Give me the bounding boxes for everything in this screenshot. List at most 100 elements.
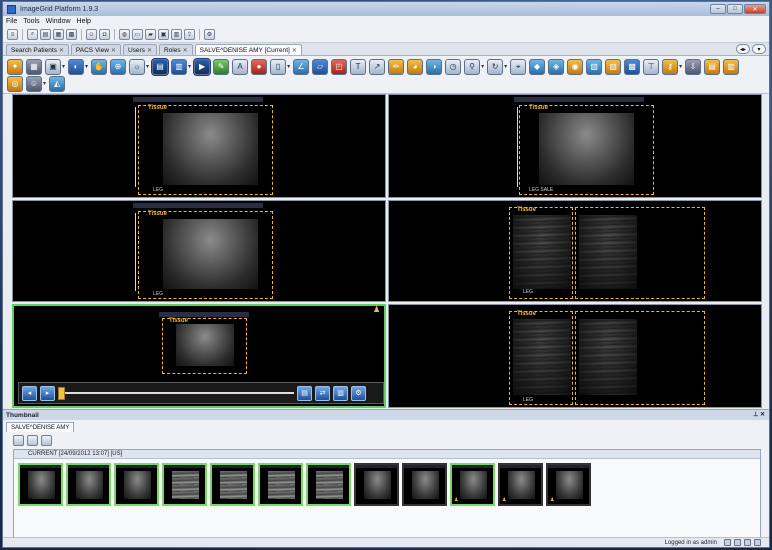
thumbnail[interactable] xyxy=(66,463,111,506)
frame-slider[interactable] xyxy=(58,386,294,401)
user-status-icon[interactable] xyxy=(724,539,731,546)
pencil-icon[interactable]: ✏ xyxy=(388,58,405,75)
close-icon[interactable]: ✕ xyxy=(59,47,64,54)
thumbnail[interactable] xyxy=(306,463,351,506)
slider-thumb[interactable] xyxy=(58,386,65,400)
chevron-down-icon[interactable]: ▾ xyxy=(85,63,88,70)
print-film-icon[interactable]: ▥ xyxy=(723,58,740,75)
contrast-icon[interactable]: ◑ xyxy=(426,58,443,75)
probe-icon[interactable]: ⌖ xyxy=(510,58,527,75)
rotate-icon[interactable]: ↻ xyxy=(487,58,504,75)
thumbnail[interactable] xyxy=(114,463,159,506)
series-icon[interactable] xyxy=(27,435,38,446)
folder-icon[interactable]: ▰ xyxy=(145,29,156,40)
tab-search-patients[interactable]: Search Patients ✕ xyxy=(6,44,69,55)
close-button[interactable]: ✕ xyxy=(744,4,766,14)
settings-status-icon[interactable] xyxy=(754,539,761,546)
lock-icon[interactable]: ◘ xyxy=(99,29,110,40)
loop-icon[interactable]: ⇄ xyxy=(315,385,330,401)
chevron-down-icon[interactable]: ▾ xyxy=(188,63,191,70)
thumbnail[interactable]: ♟ xyxy=(450,463,495,506)
patient-tab[interactable]: SALVE^DENISE AMY xyxy=(6,422,75,432)
volume-icon[interactable]: ◈ xyxy=(548,58,565,75)
chevron-down-icon[interactable]: ▾ xyxy=(146,63,149,70)
image-icon[interactable]: ▣ xyxy=(45,58,61,75)
thumbnail[interactable] xyxy=(354,463,399,506)
tab-pacs-view[interactable]: PACS View ✕ xyxy=(70,44,121,55)
key-icon[interactable]: ⚷ xyxy=(662,58,679,75)
chevron-down-icon[interactable]: ▾ xyxy=(481,63,484,70)
viewport-3[interactable]: Tissue LEG xyxy=(12,200,386,302)
thumbnail[interactable] xyxy=(210,463,255,506)
maximize-button[interactable]: □ xyxy=(727,4,743,14)
list-icon[interactable]: ≡ xyxy=(7,29,18,40)
scroll-icon[interactable]: ▥ xyxy=(171,58,188,75)
stack-icon[interactable]: ▤ xyxy=(151,57,170,76)
palette-icon[interactable]: ◕ xyxy=(407,58,424,75)
menu-window[interactable]: Window xyxy=(46,18,71,25)
save-icon[interactable]: ▣ xyxy=(158,29,169,40)
viewport-1[interactable]: Tissue LEG xyxy=(12,94,386,198)
thumbnail[interactable] xyxy=(258,463,303,506)
layout-grid-icon[interactable] xyxy=(13,435,24,446)
record-icon[interactable]: ● xyxy=(251,58,268,75)
compare-icon[interactable]: ▩ xyxy=(624,58,641,75)
slab-icon[interactable]: ▧ xyxy=(586,58,603,75)
document-icon[interactable]: ▯ xyxy=(270,58,287,75)
chevron-down-icon[interactable]: ▾ xyxy=(504,63,507,70)
chevron-down-icon[interactable]: ▾ xyxy=(679,63,682,70)
series-header[interactable]: CURRENT [24/09/2012 13:07] [US] xyxy=(14,450,760,459)
viewport-4[interactable]: Tissue LEG xyxy=(388,200,762,302)
text-icon[interactable]: T xyxy=(350,58,367,75)
viewport-6[interactable]: Tissue LEG xyxy=(388,304,762,408)
close-icon[interactable]: ✕ xyxy=(147,47,152,54)
person-pin-icon[interactable]: ♟ xyxy=(373,305,383,315)
fusion-icon[interactable]: ◉ xyxy=(567,58,584,75)
tab-menu-icon[interactable]: ▾ xyxy=(752,44,766,54)
thumbnail[interactable] xyxy=(162,463,207,506)
chevron-down-icon[interactable]: ▾ xyxy=(43,80,46,87)
tab-roles[interactable]: Roles ✕ xyxy=(158,44,193,55)
minimize-button[interactable]: – xyxy=(710,4,726,14)
close-icon[interactable]: ✕ xyxy=(111,47,116,54)
window-level-icon[interactable]: ☼ xyxy=(129,58,146,75)
close-icon[interactable]: ✕ xyxy=(183,47,188,54)
thumbnail[interactable] xyxy=(18,463,63,506)
menu-help[interactable]: Help xyxy=(77,18,91,25)
settings-icon[interactable]: ⚙ xyxy=(204,29,215,40)
viewport-2[interactable]: Tissue LEG SALE xyxy=(388,94,762,198)
mpr-icon[interactable]: ◆ xyxy=(529,58,546,75)
annotation-icon[interactable]: A xyxy=(232,58,249,75)
play-icon[interactable]: ▸ xyxy=(40,385,55,401)
magnifier-icon[interactable]: ⚲ xyxy=(464,58,481,75)
previous-frame-icon[interactable]: ◂ xyxy=(22,385,37,401)
speed-icon[interactable]: ▥ xyxy=(333,385,348,401)
tab-current-patient[interactable]: SALVE^DENISE AMY [Current] ✕ xyxy=(194,44,302,55)
overlay-icon[interactable]: ▨ xyxy=(605,58,622,75)
close-icon[interactable]: ✕ xyxy=(292,47,297,54)
menu-tools[interactable]: Tools xyxy=(23,18,39,25)
print-icon[interactable]: ▦ xyxy=(53,29,64,40)
arrow-icon[interactable]: ↗ xyxy=(369,58,386,75)
globe-icon[interactable]: ◍ xyxy=(119,29,130,40)
angle-icon[interactable]: ∠ xyxy=(293,58,310,75)
monitor-status-icon[interactable] xyxy=(744,539,751,546)
fps-icon[interactable]: ▤ xyxy=(297,385,312,401)
thumbnail[interactable]: ♟ xyxy=(546,463,591,506)
measure-icon[interactable]: ✎ xyxy=(213,58,230,75)
chevron-down-icon[interactable]: ▾ xyxy=(62,63,65,70)
clock-icon[interactable]: ◷ xyxy=(445,58,462,75)
database-icon[interactable]: ▤ xyxy=(40,29,51,40)
pan-icon[interactable]: ✋ xyxy=(91,58,108,75)
tools-icon[interactable]: ✦ xyxy=(7,58,23,75)
menu-file[interactable]: File xyxy=(6,18,17,25)
export-image-icon[interactable]: ⇩ xyxy=(685,58,702,75)
film-icon[interactable]: ▥ xyxy=(171,29,182,40)
3d-icon[interactable]: ◭ xyxy=(49,75,66,92)
pin-icon[interactable]: ⊥ ✕ xyxy=(753,411,765,418)
tab-users[interactable]: Users ✕ xyxy=(122,44,157,55)
network-icon[interactable] xyxy=(734,539,741,546)
user-icon[interactable]: ☺ xyxy=(26,75,42,92)
settings-icon[interactable]: ⚙ xyxy=(351,385,366,401)
tab-scroll-left-icon[interactable]: ◂▸ xyxy=(736,44,750,54)
